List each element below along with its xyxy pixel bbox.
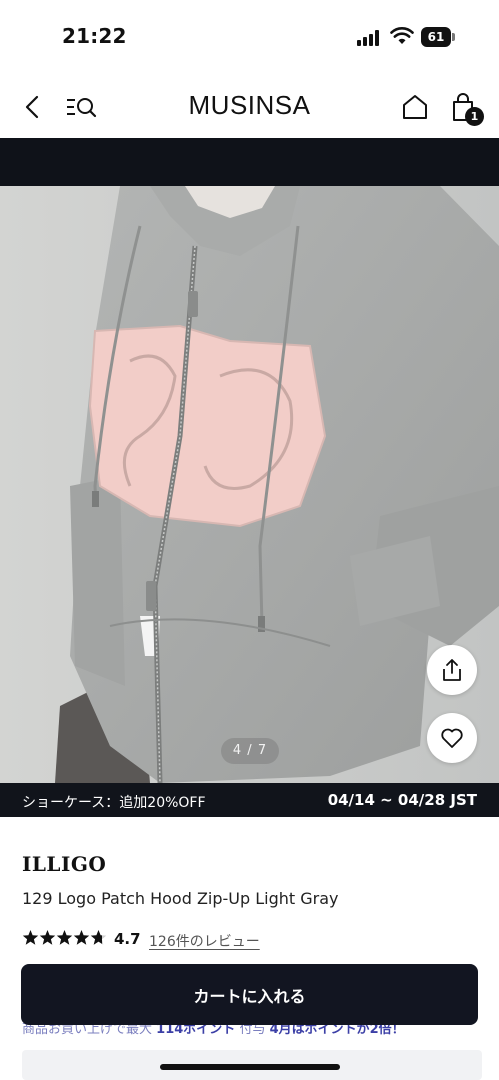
status-time: 21:22 (62, 24, 127, 48)
heart-icon (441, 728, 463, 748)
cellular-signal-icon (357, 30, 383, 46)
hoodie-photo (0, 186, 499, 783)
product-image[interactable]: 4 / 7 (0, 186, 499, 783)
promo-label: ショーケース：追加20%OFF (22, 795, 206, 811)
battery-level: 61 (427, 30, 445, 44)
share-button[interactable] (427, 645, 477, 695)
star-icon (39, 930, 56, 945)
product-brand[interactable]: ILLIGO (22, 852, 106, 876)
star-icon (22, 930, 39, 945)
promo-bar[interactable]: ショーケース：追加20%OFF 04/14 ~ 04/28 JST (0, 783, 499, 817)
battery-icon: 61 (421, 27, 455, 47)
cart-count-badge: 1 (465, 107, 484, 126)
cart-button[interactable]: 1 (448, 90, 484, 126)
review-count-link[interactable]: 126件のレビュー (149, 931, 260, 951)
like-button[interactable] (427, 713, 477, 763)
home-icon[interactable] (400, 92, 430, 122)
star-icon (73, 930, 90, 945)
wifi-icon (390, 27, 414, 44)
add-to-cart-button[interactable]: カートに入れる (21, 964, 478, 1025)
home-indicator[interactable] (160, 1064, 340, 1070)
promo-dates: 04/14 ~ 04/28 JST (327, 791, 477, 809)
rating-value: 4.7 (114, 930, 141, 948)
star-icon (56, 930, 73, 945)
status-bar: 21:22 61 (0, 0, 499, 74)
image-pager: 4 / 7 (221, 738, 279, 764)
app-header: MUSINSA 1 (0, 74, 499, 138)
rating-row: 4.7 126件のレビュー (22, 929, 482, 951)
share-icon (443, 659, 461, 681)
product-name: 129 Logo Patch Hood Zip-Up Light Gray (22, 889, 339, 908)
rating-stars (22, 930, 107, 945)
header-banner (0, 138, 499, 186)
